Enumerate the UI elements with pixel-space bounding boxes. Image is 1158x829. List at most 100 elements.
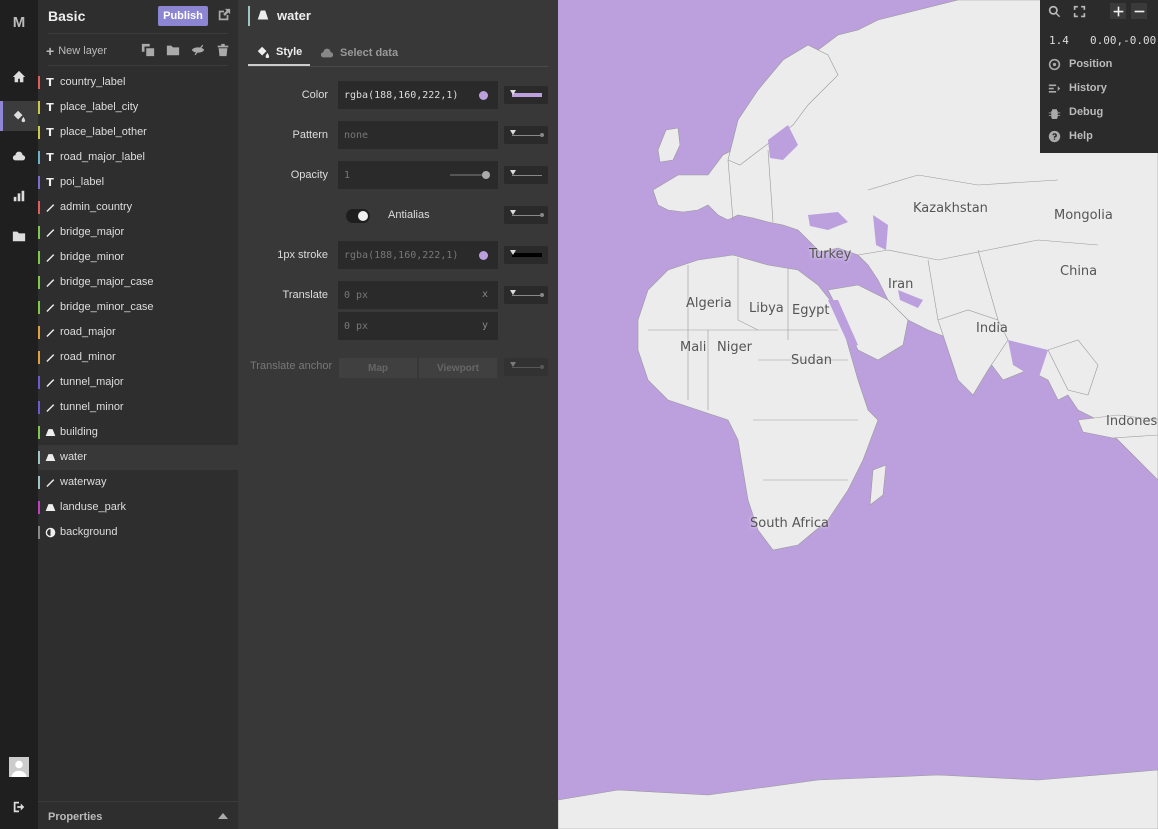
layer-item[interactable]: landuse_park bbox=[38, 495, 238, 520]
publish-button[interactable]: Publish bbox=[158, 6, 208, 26]
color-swatch[interactable] bbox=[479, 91, 488, 100]
opacity-zoom-function-button[interactable] bbox=[504, 166, 548, 184]
zoom-out-button[interactable] bbox=[1131, 3, 1147, 19]
stats-nav-button[interactable] bbox=[0, 181, 38, 211]
layer-color-bar bbox=[38, 126, 40, 139]
opacity-slider[interactable] bbox=[450, 171, 490, 179]
fill-layer-icon bbox=[44, 426, 56, 438]
logout-button[interactable] bbox=[0, 792, 38, 822]
search-button[interactable] bbox=[1046, 3, 1062, 19]
history-menu-item[interactable]: History bbox=[1048, 80, 1107, 96]
anchor-map-button[interactable]: Map bbox=[339, 358, 417, 378]
layer-item[interactable]: tunnel_minor bbox=[38, 395, 238, 420]
layer-color-bar bbox=[38, 101, 40, 114]
layer-item[interactable]: Tcountry_label bbox=[38, 70, 238, 95]
minus-icon bbox=[1134, 10, 1144, 12]
layer-name: bridge_minor_case bbox=[60, 301, 154, 313]
line-layer-icon bbox=[44, 226, 56, 238]
layer-name: road_minor bbox=[60, 351, 116, 363]
layer-name: place_label_city bbox=[60, 101, 139, 113]
properties-footer[interactable]: Properties bbox=[38, 801, 238, 829]
layer-item[interactable]: bridge_minor_case bbox=[38, 295, 238, 320]
layer-name: background bbox=[60, 526, 118, 538]
duplicate-layer-button[interactable] bbox=[141, 43, 155, 57]
debug-menu-item[interactable]: Debug bbox=[1048, 104, 1103, 120]
layer-item[interactable]: road_minor bbox=[38, 345, 238, 370]
account-button[interactable] bbox=[0, 752, 38, 782]
layer-item[interactable]: waterway bbox=[38, 470, 238, 495]
anchor-viewport-button[interactable]: Viewport bbox=[419, 358, 497, 378]
toggle-knob bbox=[358, 211, 368, 221]
slider-knob-icon bbox=[510, 210, 516, 215]
search-icon bbox=[1048, 5, 1060, 17]
translate-zoom-function-button[interactable] bbox=[504, 286, 548, 304]
layer-item[interactable]: bridge_minor bbox=[38, 245, 238, 270]
tab-style[interactable]: Style bbox=[248, 40, 311, 66]
antialias-toggle[interactable] bbox=[346, 209, 370, 223]
pattern-zoom-function-button[interactable] bbox=[504, 126, 548, 144]
slider-end bbox=[540, 133, 544, 137]
fullscreen-button[interactable] bbox=[1071, 3, 1087, 19]
slider-end bbox=[540, 365, 544, 369]
open-external-button[interactable] bbox=[217, 8, 231, 22]
layer-item[interactable]: tunnel_major bbox=[38, 370, 238, 395]
layer-item[interactable]: Tplace_label_city bbox=[38, 95, 238, 120]
map-place-label: Egypt bbox=[792, 303, 830, 318]
layer-color-bar bbox=[38, 526, 40, 539]
paint-bucket-icon bbox=[257, 46, 270, 59]
layer-name: bridge_minor bbox=[60, 251, 125, 263]
sources-nav-button[interactable] bbox=[0, 141, 38, 171]
layer-color-bar bbox=[38, 426, 40, 439]
translate-x-value: 0 px bbox=[344, 289, 369, 301]
color-zoom-function-button[interactable] bbox=[504, 86, 548, 104]
map-place-label: Niger bbox=[717, 340, 752, 355]
new-layer-button[interactable]: + New layer bbox=[46, 43, 107, 59]
slider-end bbox=[540, 213, 544, 217]
layer-item[interactable]: Tpoi_label bbox=[38, 170, 238, 195]
slider-knob-icon bbox=[510, 250, 516, 255]
slider-track bbox=[512, 175, 542, 176]
layer-item[interactable]: road_major bbox=[38, 320, 238, 345]
layer-item[interactable]: building bbox=[38, 420, 238, 445]
layer-item[interactable]: Tplace_label_other bbox=[38, 120, 238, 145]
zoom-in-button[interactable] bbox=[1110, 3, 1126, 19]
tab-select-data[interactable]: Select data bbox=[320, 40, 398, 66]
toggle-visibility-button[interactable] bbox=[191, 43, 205, 57]
plus-icon bbox=[1113, 6, 1123, 16]
layer-item[interactable]: background bbox=[38, 520, 238, 545]
layer-item[interactable]: bridge_major bbox=[38, 220, 238, 245]
translate-y-input[interactable]: 0 px y bbox=[338, 312, 498, 340]
layer-item[interactable]: Troad_major_label bbox=[38, 145, 238, 170]
help-icon bbox=[1048, 130, 1061, 142]
layer-item[interactable]: bridge_major_case bbox=[38, 270, 238, 295]
group-layer-button[interactable] bbox=[166, 43, 180, 57]
help-menu-item[interactable]: Help bbox=[1048, 128, 1093, 144]
layer-color-bar bbox=[38, 301, 40, 314]
slider-knob-icon bbox=[510, 90, 516, 95]
anchor-zoom-function-button[interactable] bbox=[504, 358, 548, 376]
layer-color-bar bbox=[38, 76, 40, 89]
layer-item[interactable]: water bbox=[38, 445, 238, 470]
home-nav-button[interactable] bbox=[0, 62, 38, 92]
stroke-input[interactable]: rgba(188,160,222,1) bbox=[338, 241, 498, 269]
color-input[interactable]: rgba(188,160,222,1) bbox=[338, 81, 498, 109]
opacity-slider-knob[interactable] bbox=[482, 171, 490, 179]
antialias-zoom-function-button[interactable] bbox=[504, 206, 548, 224]
layers-panel: Basic Publish + New layer T country_labe… bbox=[38, 0, 238, 829]
slider-knob-icon bbox=[510, 290, 516, 295]
pattern-input[interactable]: none bbox=[338, 121, 498, 149]
trash-icon bbox=[217, 43, 229, 57]
translate-x-input[interactable]: 0 px x bbox=[338, 281, 498, 309]
opacity-label: Opacity bbox=[290, 169, 328, 181]
opacity-input[interactable]: 1 bbox=[338, 161, 498, 189]
position-menu-item[interactable]: Position bbox=[1048, 56, 1112, 72]
stroke-zoom-function-button[interactable] bbox=[504, 246, 548, 264]
slider-end bbox=[540, 293, 544, 297]
style-nav-button[interactable] bbox=[0, 101, 38, 131]
layer-color-bar bbox=[38, 476, 40, 489]
layer-item[interactable]: admin_country bbox=[38, 195, 238, 220]
stroke-swatch[interactable] bbox=[479, 251, 488, 260]
delete-layer-button[interactable] bbox=[216, 43, 230, 57]
slider-track bbox=[512, 367, 542, 368]
files-nav-button[interactable] bbox=[0, 221, 38, 251]
